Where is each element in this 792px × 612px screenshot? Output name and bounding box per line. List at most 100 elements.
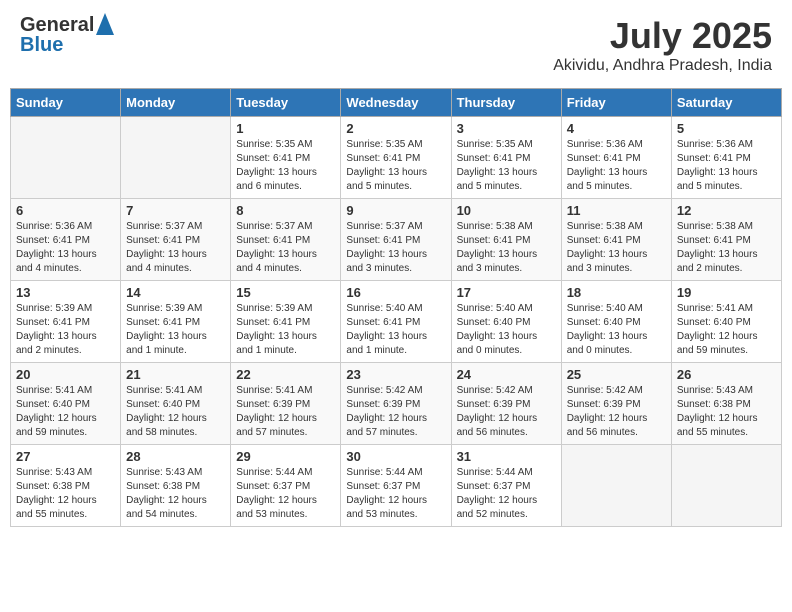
calendar-day: 10 Sunrise: 5:38 AMSunset: 6:41 PMDayligh… — [451, 199, 561, 281]
day-number: 26 — [677, 367, 776, 382]
day-info: Sunrise: 5:38 AMSunset: 6:41 PMDaylight:… — [457, 220, 556, 276]
calendar-day: 18 Sunrise: 5:40 AMSunset: 6:40 PMDayligh… — [561, 281, 671, 363]
location-title: Akividu, Andhra Pradesh, India — [553, 57, 772, 75]
day-info: Sunrise: 5:38 AMSunset: 6:41 PMDaylight:… — [677, 220, 776, 276]
day-info: Sunrise: 5:37 AMSunset: 6:41 PMDaylight:… — [126, 220, 225, 276]
day-info: Sunrise: 5:41 AMSunset: 6:39 PMDaylight:… — [236, 384, 335, 440]
day-info: Sunrise: 5:43 AMSunset: 6:38 PMDaylight:… — [16, 466, 115, 522]
day-number: 15 — [236, 285, 335, 300]
day-number: 6 — [16, 203, 115, 218]
day-number: 8 — [236, 203, 335, 218]
day-number: 19 — [677, 285, 776, 300]
day-info: Sunrise: 5:43 AMSunset: 6:38 PMDaylight:… — [126, 466, 225, 522]
calendar-day: 26 Sunrise: 5:43 AMSunset: 6:38 PMDayligh… — [671, 363, 781, 445]
calendar-day: 28 Sunrise: 5:43 AMSunset: 6:38 PMDayligh… — [121, 445, 231, 527]
calendar-week-row: 27Sunrise: 5:43 AMSunset: 6:38 PMDayligh… — [11, 445, 782, 527]
day-info: Sunrise: 5:35 AMSunset: 6:41 PMDaylight:… — [236, 138, 335, 194]
calendar-week-row: 1Sunrise: 5:35 AMSunset: 6:41 PMDaylight… — [11, 117, 782, 199]
day-number: 7 — [126, 203, 225, 218]
day-number: 30 — [346, 449, 445, 464]
day-number: 25 — [567, 367, 666, 382]
day-info: Sunrise: 5:39 AMSunset: 6:41 PMDaylight:… — [16, 302, 115, 358]
calendar-empty — [561, 445, 671, 527]
day-number: 4 — [567, 121, 666, 136]
day-info: Sunrise: 5:42 AMSunset: 6:39 PMDaylight:… — [346, 384, 445, 440]
day-info: Sunrise: 5:40 AMSunset: 6:40 PMDaylight:… — [567, 302, 666, 358]
day-info: Sunrise: 5:40 AMSunset: 6:40 PMDaylight:… — [457, 302, 556, 358]
day-info: Sunrise: 5:44 AMSunset: 6:37 PMDaylight:… — [346, 466, 445, 522]
day-of-week-header: Saturday — [671, 89, 781, 117]
header: General Blue July 2025 Akividu, Andhra P… — [10, 10, 782, 80]
calendar-day: 20 Sunrise: 5:41 AMSunset: 6:40 PMDayligh… — [11, 363, 121, 445]
calendar-day: 23 Sunrise: 5:42 AMSunset: 6:39 PMDayligh… — [341, 363, 451, 445]
calendar-week-row: 13 Sunrise: 5:39 AMSunset: 6:41 PMDayligh… — [11, 281, 782, 363]
day-of-week-header: Tuesday — [231, 89, 341, 117]
day-info: Sunrise: 5:36 AMSunset: 6:41 PMDaylight:… — [677, 138, 776, 194]
day-number: 21 — [126, 367, 225, 382]
day-number: 31 — [457, 449, 556, 464]
day-of-week-header: Wednesday — [341, 89, 451, 117]
day-info: Sunrise: 5:40 AMSunset: 6:41 PMDaylight:… — [346, 302, 445, 358]
day-number: 29 — [236, 449, 335, 464]
day-info: Sunrise: 5:36 AMSunset: 6:41 PMDaylight:… — [16, 220, 115, 276]
day-number: 18 — [567, 285, 666, 300]
calendar-day: 4 Sunrise: 5:36 AMSunset: 6:41 PMDaylight… — [561, 117, 671, 199]
day-number: 20 — [16, 367, 115, 382]
day-number: 14 — [126, 285, 225, 300]
day-of-week-header: Thursday — [451, 89, 561, 117]
calendar-day: 12Sunrise: 5:38 AMSunset: 6:41 PMDayligh… — [671, 199, 781, 281]
logo-general: General — [20, 15, 94, 35]
logo-text: General Blue — [20, 15, 114, 56]
day-number: 10 — [457, 203, 556, 218]
calendar-day: 22 Sunrise: 5:41 AMSunset: 6:39 PMDayligh… — [231, 363, 341, 445]
calendar-day: 31 Sunrise: 5:44 AMSunset: 6:37 PMDayligh… — [451, 445, 561, 527]
day-number: 16 — [346, 285, 445, 300]
day-info: Sunrise: 5:35 AMSunset: 6:41 PMDaylight:… — [457, 138, 556, 194]
day-of-week-header: Friday — [561, 89, 671, 117]
calendar-day: 14Sunrise: 5:39 AMSunset: 6:41 PMDayligh… — [121, 281, 231, 363]
logo-icon — [96, 13, 114, 35]
day-info: Sunrise: 5:42 AMSunset: 6:39 PMDaylight:… — [457, 384, 556, 440]
day-info: Sunrise: 5:42 AMSunset: 6:39 PMDaylight:… — [567, 384, 666, 440]
calendar-header-row: SundayMondayTuesdayWednesdayThursdayFrid… — [11, 89, 782, 117]
day-info: Sunrise: 5:44 AMSunset: 6:37 PMDaylight:… — [236, 466, 335, 522]
calendar-day: 16 Sunrise: 5:40 AMSunset: 6:41 PMDayligh… — [341, 281, 451, 363]
day-number: 22 — [236, 367, 335, 382]
day-number: 23 — [346, 367, 445, 382]
day-info: Sunrise: 5:37 AMSunset: 6:41 PMDaylight:… — [346, 220, 445, 276]
calendar-day: 19Sunrise: 5:41 AMSunset: 6:40 PMDayligh… — [671, 281, 781, 363]
calendar-day: 6 Sunrise: 5:36 AMSunset: 6:41 PMDaylight… — [11, 199, 121, 281]
calendar-day: 11 Sunrise: 5:38 AMSunset: 6:41 PMDayligh… — [561, 199, 671, 281]
title-area: July 2025 Akividu, Andhra Pradesh, India — [553, 15, 772, 75]
calendar-empty — [121, 117, 231, 199]
day-info: Sunrise: 5:35 AMSunset: 6:41 PMDaylight:… — [346, 138, 445, 194]
calendar-day: 17Sunrise: 5:40 AMSunset: 6:40 PMDayligh… — [451, 281, 561, 363]
day-info: Sunrise: 5:41 AMSunset: 6:40 PMDaylight:… — [126, 384, 225, 440]
calendar-day: 29 Sunrise: 5:44 AMSunset: 6:37 PMDayligh… — [231, 445, 341, 527]
day-number: 2 — [346, 121, 445, 136]
day-number: 13 — [16, 285, 115, 300]
day-of-week-header: Monday — [121, 89, 231, 117]
day-info: Sunrise: 5:37 AMSunset: 6:41 PMDaylight:… — [236, 220, 335, 276]
day-number: 28 — [126, 449, 225, 464]
calendar-day: 9 Sunrise: 5:37 AMSunset: 6:41 PMDaylight… — [341, 199, 451, 281]
logo: General Blue — [20, 15, 114, 56]
day-info: Sunrise: 5:43 AMSunset: 6:38 PMDaylight:… — [677, 384, 776, 440]
day-info: Sunrise: 5:44 AMSunset: 6:37 PMDaylight:… — [457, 466, 556, 522]
calendar-day: 3Sunrise: 5:35 AMSunset: 6:41 PMDaylight… — [451, 117, 561, 199]
calendar-table: SundayMondayTuesdayWednesdayThursdayFrid… — [10, 88, 782, 527]
day-of-week-header: Sunday — [11, 89, 121, 117]
calendar-week-row: 6 Sunrise: 5:36 AMSunset: 6:41 PMDaylight… — [11, 199, 782, 281]
calendar-day: 7 Sunrise: 5:37 AMSunset: 6:41 PMDaylight… — [121, 199, 231, 281]
day-info: Sunrise: 5:38 AMSunset: 6:41 PMDaylight:… — [567, 220, 666, 276]
day-info: Sunrise: 5:41 AMSunset: 6:40 PMDaylight:… — [16, 384, 115, 440]
calendar-day: 27Sunrise: 5:43 AMSunset: 6:38 PMDayligh… — [11, 445, 121, 527]
calendar-day: 25 Sunrise: 5:42 AMSunset: 6:39 PMDayligh… — [561, 363, 671, 445]
day-number: 11 — [567, 203, 666, 218]
day-info: Sunrise: 5:39 AMSunset: 6:41 PMDaylight:… — [236, 302, 335, 358]
calendar-week-row: 20 Sunrise: 5:41 AMSunset: 6:40 PMDayligh… — [11, 363, 782, 445]
month-title: July 2025 — [553, 15, 772, 57]
day-number: 9 — [346, 203, 445, 218]
calendar-day: 15 Sunrise: 5:39 AMSunset: 6:41 PMDayligh… — [231, 281, 341, 363]
day-info: Sunrise: 5:36 AMSunset: 6:41 PMDaylight:… — [567, 138, 666, 194]
